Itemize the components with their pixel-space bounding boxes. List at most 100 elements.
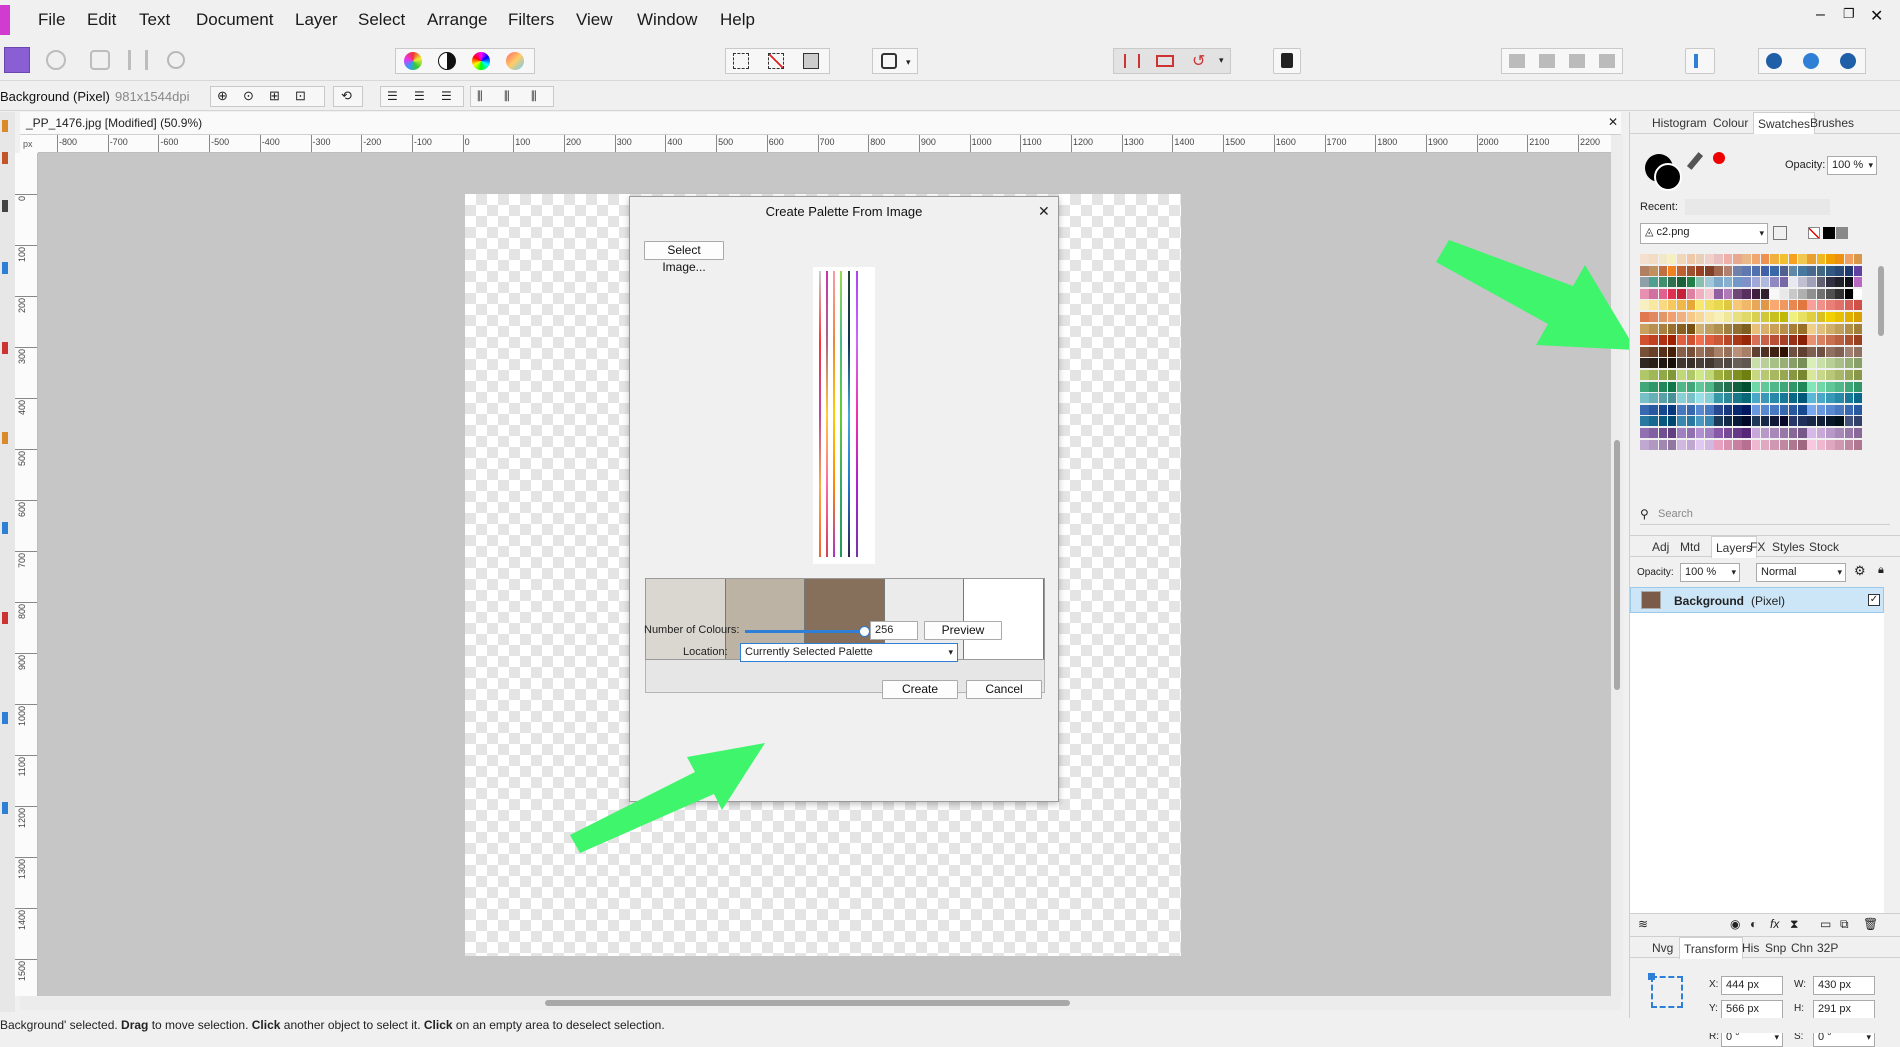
swatch-cell[interactable] <box>1835 346 1844 357</box>
swatch-cell[interactable] <box>1695 300 1705 311</box>
swatch-cell[interactable] <box>1714 346 1723 357</box>
swatch-cell[interactable] <box>1640 288 1649 299</box>
swatch-cell[interactable] <box>1640 416 1649 427</box>
swatch-cell[interactable] <box>1714 428 1723 438</box>
swatch-cell[interactable] <box>1667 346 1677 357</box>
tab-chn[interactable]: Chn <box>1791 937 1813 959</box>
swatch-cell[interactable] <box>1640 404 1649 415</box>
swatch-cell[interactable] <box>1742 404 1751 415</box>
swatch-cell[interactable] <box>1714 323 1723 334</box>
fill-tool-icon[interactable] <box>2 612 8 624</box>
swatch-cell[interactable] <box>1844 312 1854 322</box>
swatch-cell[interactable] <box>1816 312 1826 322</box>
tab-brushes[interactable]: Brushes <box>1810 112 1854 134</box>
arrange-front-icon[interactable] <box>1599 54 1615 68</box>
swatch-cell[interactable] <box>1723 300 1733 311</box>
swatch-cell[interactable] <box>1677 277 1686 288</box>
crop-tool-icon[interactable] <box>2 200 8 212</box>
swatch-cell[interactable] <box>1788 265 1798 276</box>
swatch-cell[interactable] <box>1649 370 1658 380</box>
swatch-cell[interactable] <box>1779 370 1788 380</box>
document-tab-title[interactable]: _PP_1476.jpg [Modified] (50.9%) <box>26 116 202 130</box>
swatch-cell[interactable] <box>1742 277 1751 288</box>
swatch-cell[interactable] <box>1788 335 1798 346</box>
text-tool-icon[interactable] <box>2 712 8 724</box>
swatch-cell[interactable] <box>1807 404 1816 415</box>
swatch-cell[interactable] <box>1853 439 1863 450</box>
arrange-back-icon[interactable] <box>1509 54 1525 68</box>
swatch-cell[interactable] <box>1853 370 1863 380</box>
swatch-cell[interactable] <box>1816 254 1826 264</box>
swatch-cell[interactable] <box>1853 335 1863 346</box>
swatch-cell[interactable] <box>1640 370 1649 380</box>
develop-persona-icon[interactable] <box>90 50 110 70</box>
swatch-cell[interactable] <box>1807 312 1816 322</box>
swatch-cell[interactable] <box>1658 288 1668 299</box>
swatch-cell[interactable] <box>1667 312 1677 322</box>
swatch-cell[interactable] <box>1705 254 1714 264</box>
swatch-cell[interactable] <box>1640 277 1649 288</box>
swatch-cell[interactable] <box>1695 381 1705 392</box>
w-input[interactable]: 430 px <box>1813 976 1875 995</box>
swatch-cell[interactable] <box>1658 404 1668 415</box>
swatch-cell[interactable] <box>1760 439 1770 450</box>
swatch-cell[interactable] <box>1695 323 1705 334</box>
swatch-cell[interactable] <box>1770 323 1779 334</box>
swatch-cell[interactable] <box>1658 323 1668 334</box>
menu-filters[interactable]: Filters <box>508 10 554 30</box>
swatch-cell[interactable] <box>1723 428 1733 438</box>
swatch-cell[interactable] <box>1798 277 1807 288</box>
swatch-cell[interactable] <box>1760 416 1770 427</box>
swatch-cell[interactable] <box>1649 335 1658 346</box>
folder-icon[interactable]: ▭ <box>1820 917 1831 931</box>
eyedropper-icon[interactable] <box>1686 152 1704 170</box>
swatch-cell[interactable] <box>1686 404 1695 415</box>
swatch-cell[interactable] <box>1695 404 1705 415</box>
swatch-cell[interactable] <box>1640 439 1649 450</box>
swatch-cell[interactable] <box>1677 323 1686 334</box>
swatch-cell[interactable] <box>1649 277 1658 288</box>
swatch-cell[interactable] <box>1853 254 1863 264</box>
swatch-cell[interactable] <box>1667 404 1677 415</box>
swatch-cell[interactable] <box>1733 404 1742 415</box>
num-colours-input[interactable]: 256 <box>870 621 918 640</box>
swatch-cell[interactable] <box>1714 277 1723 288</box>
horizontal-scrollbar[interactable] <box>20 996 1621 1010</box>
snap-bounds-icon[interactable] <box>1156 55 1174 67</box>
swatch-cell[interactable] <box>1826 358 1835 369</box>
swatch-cell[interactable] <box>1667 265 1677 276</box>
liquify-persona-icon[interactable] <box>46 50 66 70</box>
swatch-cell[interactable] <box>1751 358 1761 369</box>
swatch-cell[interactable] <box>1816 335 1826 346</box>
swatch-cell[interactable] <box>1705 404 1714 415</box>
swatch-cell[interactable] <box>1779 404 1788 415</box>
swatch-cell[interactable] <box>1640 393 1649 404</box>
swatch-cell[interactable] <box>1649 288 1658 299</box>
swatch-cell[interactable] <box>1667 381 1677 392</box>
swatch-cell[interactable] <box>1723 323 1733 334</box>
swatch-cell[interactable] <box>1798 346 1807 357</box>
swatch-cell[interactable] <box>1649 346 1658 357</box>
swatch-cell[interactable] <box>1723 404 1733 415</box>
swatch-cell[interactable] <box>1686 346 1695 357</box>
swatch-cell[interactable] <box>1667 254 1677 264</box>
swatch-cell[interactable] <box>1816 358 1826 369</box>
swatch-cell[interactable] <box>1779 300 1788 311</box>
bounds-icon[interactable]: ⊡ <box>295 88 306 104</box>
swatch-cell[interactable] <box>1649 404 1658 415</box>
swatch-cell[interactable] <box>1742 346 1751 357</box>
swatch-cell[interactable] <box>1760 300 1770 311</box>
swatch-cell[interactable] <box>1826 393 1835 404</box>
swatch-cell[interactable] <box>1853 312 1863 322</box>
swatch-cell[interactable] <box>1751 265 1761 276</box>
swatch-cell[interactable] <box>1695 393 1705 404</box>
chevron-down-icon[interactable]: ▾ <box>1219 55 1224 66</box>
swatch-cell[interactable] <box>1844 277 1854 288</box>
swatch-cell[interactable] <box>1798 300 1807 311</box>
swatch-cell[interactable] <box>1770 300 1779 311</box>
swatch-cell[interactable] <box>1649 254 1658 264</box>
swatch-cell[interactable] <box>1714 404 1723 415</box>
swatch-cell[interactable] <box>1677 335 1686 346</box>
swatch-cell[interactable] <box>1733 370 1742 380</box>
black-swatch-icon[interactable] <box>1823 227 1835 239</box>
